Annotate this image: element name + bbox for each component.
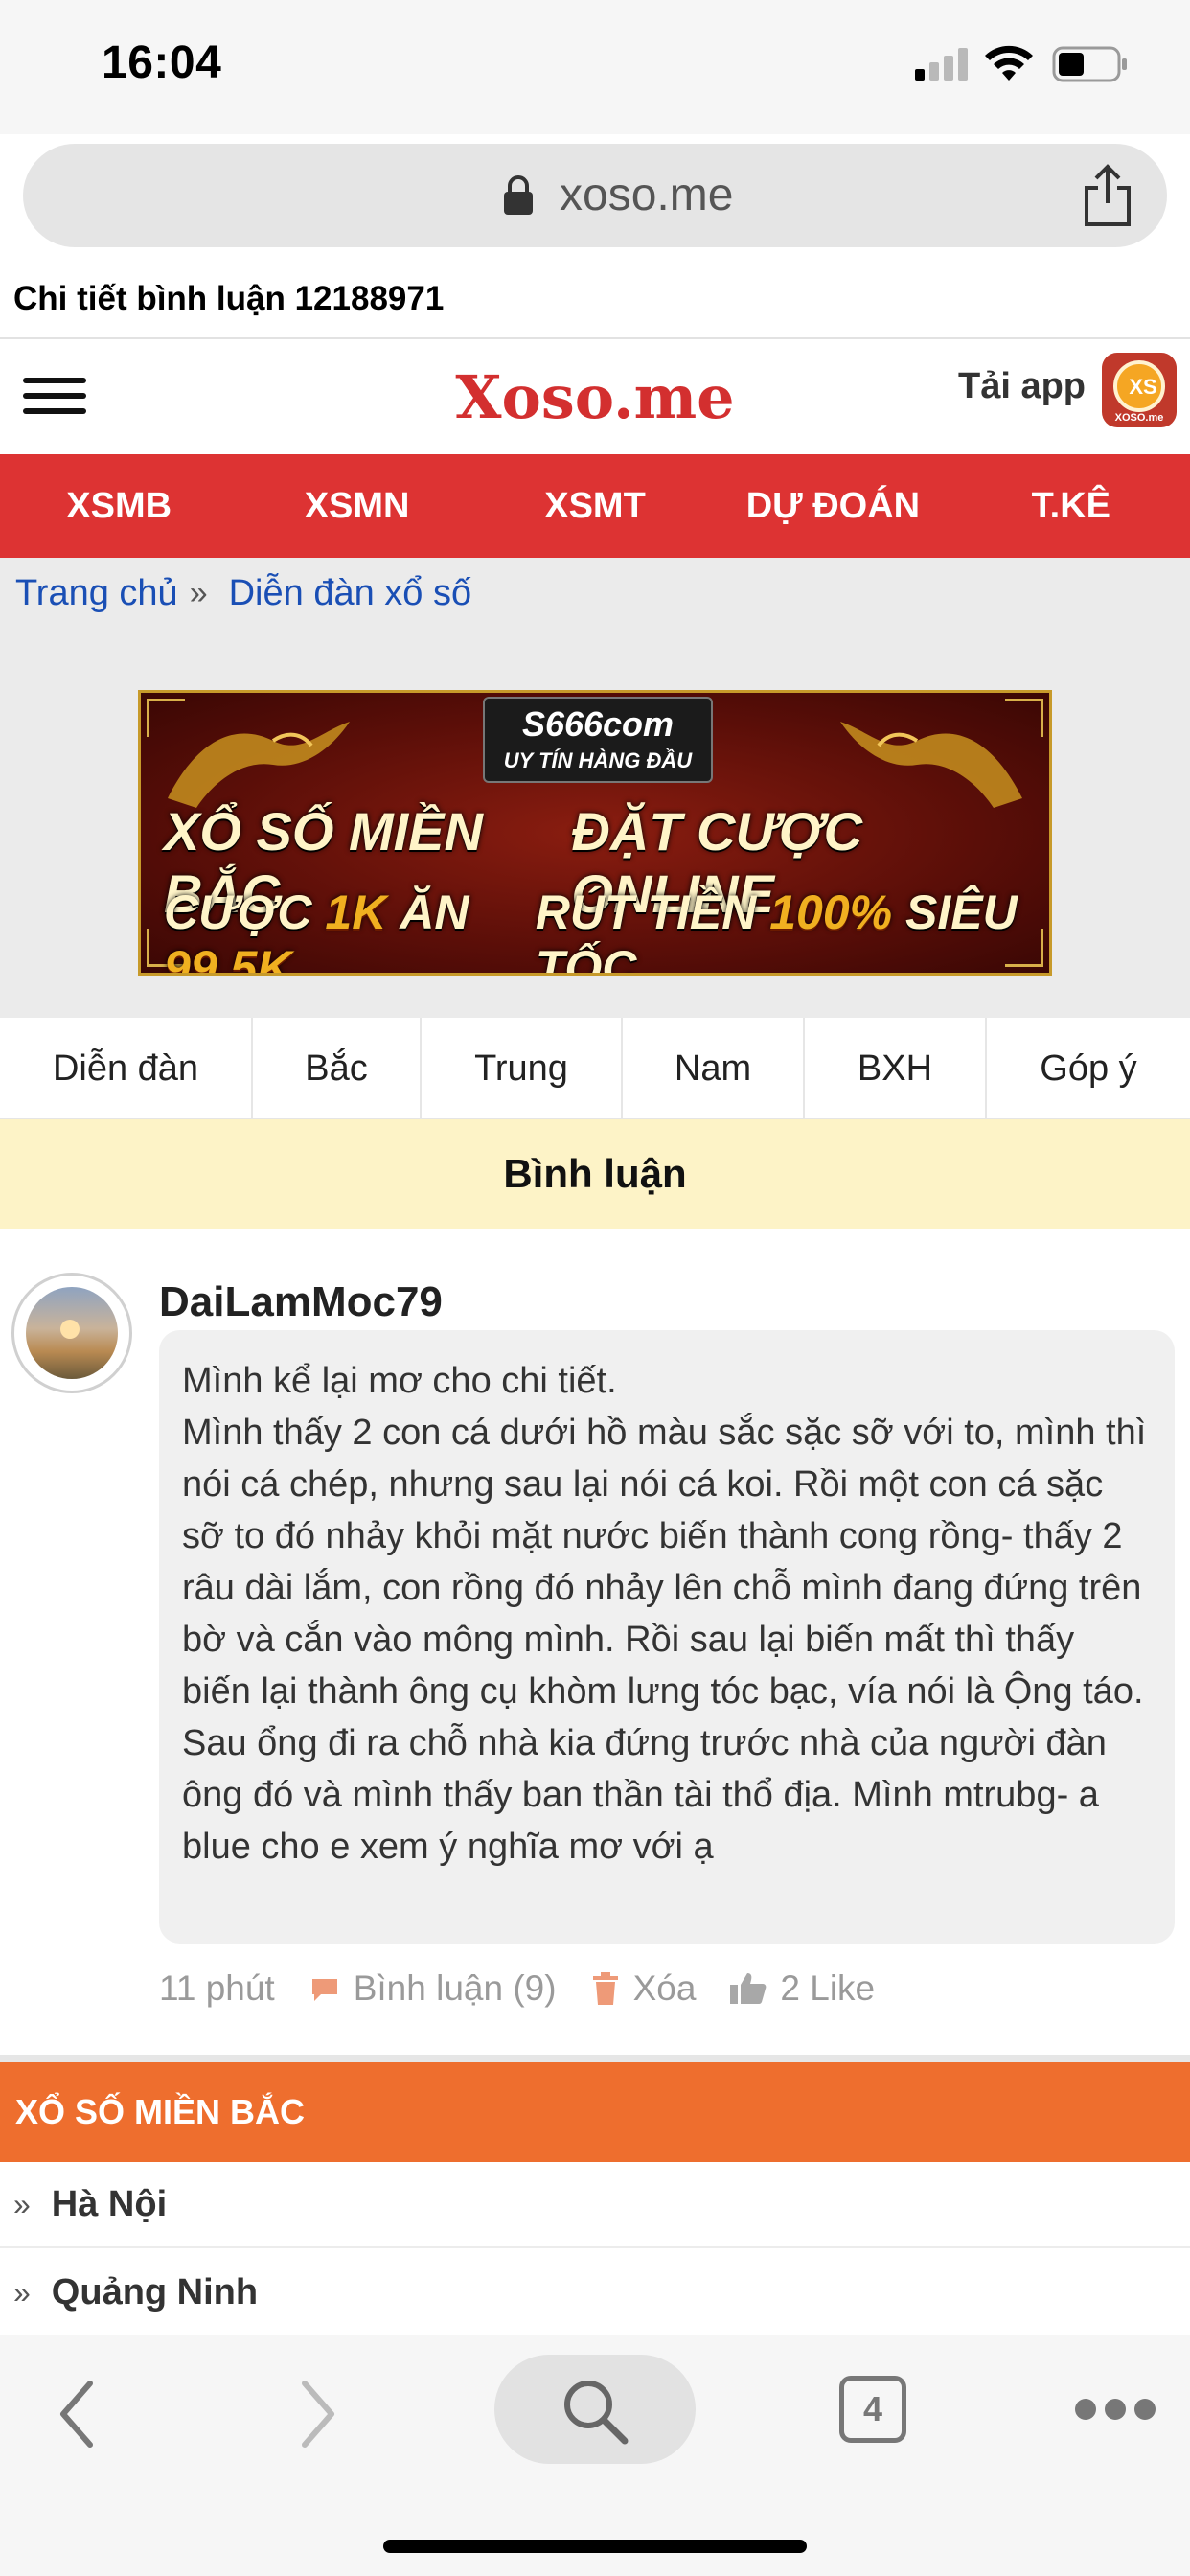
status-time: 16:04 <box>102 37 222 88</box>
nav-item-xsmn[interactable]: XSMN <box>238 454 475 558</box>
banner-subline-left: CƯỢC 1K ĂN 99.5K <box>164 886 469 976</box>
home-indicator <box>383 2540 807 2553</box>
section-header: Bình luận <box>0 1119 1190 1229</box>
wifi-icon <box>985 45 1033 80</box>
nav-item-xsmt[interactable]: XSMT <box>476 454 714 558</box>
list-item[interactable]: » Hà Nội <box>0 2162 1190 2248</box>
more-icon[interactable] <box>1075 2395 1156 2424</box>
search-button[interactable] <box>494 2355 696 2464</box>
delete-label: Xóa <box>632 1968 697 2008</box>
like-button[interactable]: 2 Like <box>730 1968 875 2009</box>
url-text: xoso.me <box>560 170 734 220</box>
banner-brand: S666com UY TÍN HÀNG ĐẦU <box>483 697 713 783</box>
nav-item-xsmb[interactable]: XSMB <box>0 454 238 558</box>
forum-tabs: Diễn đàn Bắc Trung Nam BXH Góp ý <box>0 1018 1190 1119</box>
banner-tagline: UY TÍN HÀNG ĐẦU <box>503 748 693 772</box>
comment-username[interactable]: DaiLamMoc79 <box>159 1278 443 1326</box>
forward-icon[interactable] <box>287 2376 345 2452</box>
main-nav: XSMB XSMN XSMT DỰ ĐOÁN T.KÊ <box>0 454 1190 558</box>
content-top: Trang chủ » Diễn đàn xổ số S666com UY TÍ… <box>0 558 1190 1018</box>
tab-trung[interactable]: Trung <box>422 1018 623 1118</box>
province-name: Hà Nội <box>51 2183 168 2224</box>
nav-item-du-doan[interactable]: DỰ ĐOÁN <box>714 454 951 558</box>
tab-nam[interactable]: Nam <box>623 1018 805 1118</box>
tabs-button[interactable]: 4 <box>839 2376 906 2443</box>
cellular-signal-icon <box>915 48 969 80</box>
page-title: Chi tiết bình luận 12188971 <box>13 280 445 317</box>
reply-label: Bình luận (9) <box>353 1968 557 2008</box>
app-logo-icon[interactable]: XS XOSO.me <box>1102 353 1177 427</box>
delete-button[interactable]: Xóa <box>591 1968 697 2009</box>
app-icon-site: XOSO.me <box>1114 412 1164 424</box>
trash-icon <box>592 1972 618 2005</box>
breadcrumb: Trang chủ » Diễn đàn xổ số <box>15 573 471 614</box>
comment-text-line: Mình thấy 2 con cá dưới hồ màu sắc sặc s… <box>182 1413 1147 1867</box>
lock-icon <box>504 175 533 215</box>
like-label: 2 Like <box>780 1968 876 2008</box>
breadcrumb-home-link[interactable]: Trang chủ <box>15 573 178 614</box>
banner-brand-name: S666com <box>521 704 675 744</box>
chevron-right-icon: » <box>13 2274 31 2310</box>
comment-icon <box>311 1979 337 2001</box>
avatar[interactable] <box>11 1273 132 1393</box>
chevron-right-icon: » <box>13 2186 31 2221</box>
banner-subline: CƯỢC 1K ĂN 99.5K RÚT TIỀN 100% SIÊU TỐC <box>141 885 1049 976</box>
comment-body: Mình kể lại mơ cho chi tiết. Mình thấy 2… <box>159 1330 1175 1944</box>
tab-gop-y[interactable]: Góp ý <box>987 1018 1190 1118</box>
status-bar: 16:04 <box>0 0 1190 134</box>
breadcrumb-separator: » <box>189 575 208 611</box>
back-icon[interactable] <box>50 2376 107 2452</box>
comment-text-line: Mình kể lại mơ cho chi tiết. <box>182 1361 617 1401</box>
tab-dien-dan[interactable]: Diễn đàn <box>0 1018 253 1118</box>
download-app-link[interactable]: Tải app <box>958 366 1086 407</box>
search-icon <box>564 2380 629 2445</box>
nav-item-thong-ke[interactable]: T.KÊ <box>952 454 1190 558</box>
address-bar[interactable]: xoso.me <box>23 144 1167 247</box>
breadcrumb-forum-link[interactable]: Diễn đàn xổ số <box>229 573 472 614</box>
app-icon-text: XS <box>1129 375 1157 399</box>
comment-time: 11 phút <box>159 1968 275 2008</box>
tab-bxh[interactable]: BXH <box>805 1018 987 1118</box>
banner-subline-right: RÚT TIỀN 100% SIÊU TỐC <box>535 886 1018 976</box>
share-icon[interactable] <box>1079 161 1136 228</box>
comment-meta: 11 phút Bình luận (9) Xóa 2 Like <box>159 1965 909 2012</box>
province-name: Quảng Ninh <box>51 2271 259 2312</box>
reply-button[interactable]: Bình luận (9) <box>309 1968 557 2009</box>
list-item[interactable]: » Quảng Ninh <box>0 2250 1190 2336</box>
xsmb-header: XỔ SỐ MIỀN BẮC <box>0 2062 1190 2162</box>
battery-icon <box>1052 46 1127 82</box>
section-divider <box>0 2055 1190 2062</box>
ad-banner[interactable]: S666com UY TÍN HÀNG ĐẦU XỔ SỐ MIỀN BẮC Đ… <box>138 690 1052 976</box>
site-header: Xoso.me Tải app XS XOSO.me <box>0 339 1190 454</box>
thumbs-up-icon <box>730 1973 767 2004</box>
tab-bac[interactable]: Bắc <box>253 1018 422 1118</box>
